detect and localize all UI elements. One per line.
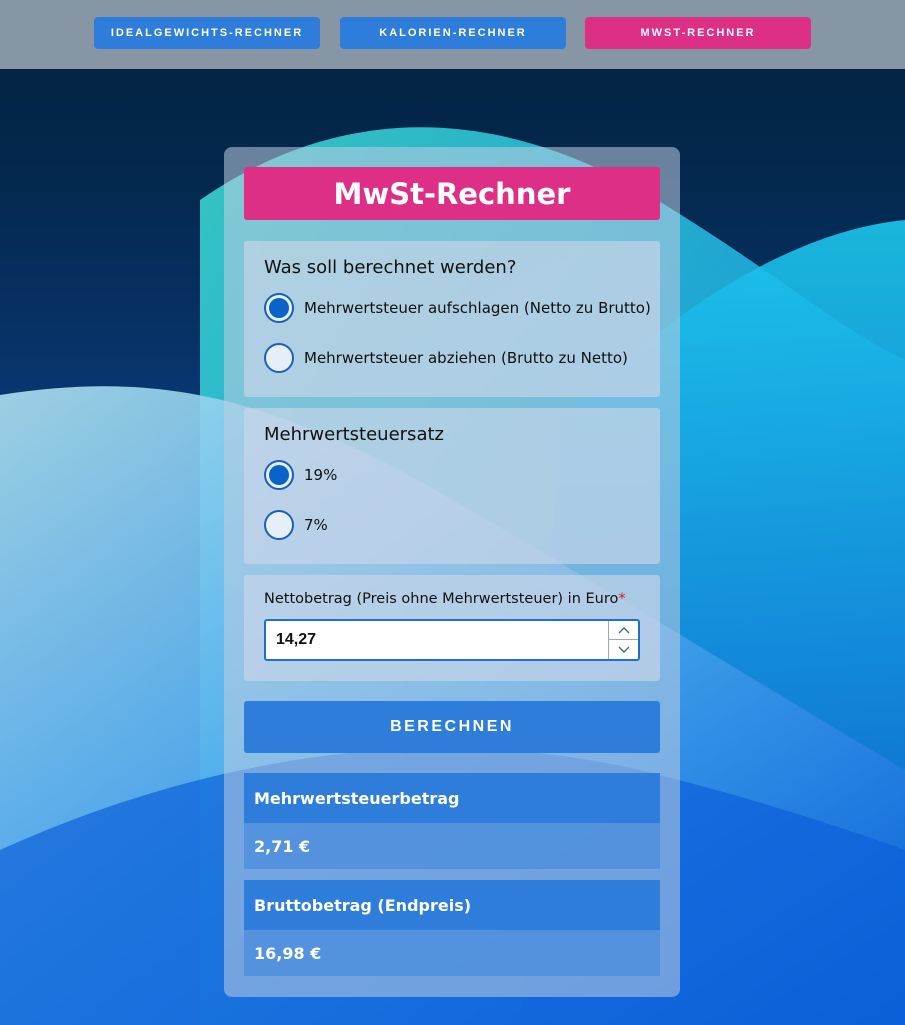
mode-option-brutto-zu-netto[interactable]: Mehrwertsteuer abziehen (Brutto zu Netto… [264,342,628,374]
result-gross-label: Bruttobetrag (Endpreis) [244,880,660,930]
mode-heading: Was soll berechnet werden? [264,257,517,278]
radio-button[interactable] [264,343,294,373]
amount-input[interactable]: 14,27 [264,619,640,661]
calculator-card: MwSt-Rechner Was soll berechnet werden? … [224,147,680,997]
amount-panel: Nettobetrag (Preis ohne Mehrwertsteuer) … [244,575,660,681]
nav-kalorien-rechner[interactable]: KALORIEN-RECHNER [340,17,566,49]
number-stepper [608,621,638,659]
rate-option-19[interactable]: 19% [264,459,337,491]
radio-label: 19% [304,466,338,484]
result-gross-value: 16,98 € [244,930,660,976]
amount-label: Nettobetrag (Preis ohne Mehrwertsteuer) … [264,591,626,607]
mode-panel: Was soll berechnet werden? Mehrwertsteue… [244,241,660,397]
calculate-button[interactable]: BERECHNEN [244,701,660,753]
radio-label: 7% [304,516,328,534]
radio-button[interactable] [264,510,294,540]
top-navigation: IDEALGEWICHTS-RECHNER KALORIEN-RECHNER M… [0,0,905,69]
amount-label-text: Nettobetrag (Preis ohne Mehrwertsteuer) … [264,591,619,607]
amount-input-value: 14,27 [276,631,317,648]
result-vat-value: 2,71 € [244,823,660,869]
nav-idealgewicht-rechner[interactable]: IDEALGEWICHTS-RECHNER [94,17,320,49]
required-marker: * [618,591,626,607]
radio-label: Mehrwertsteuer abziehen (Brutto zu Netto… [304,349,628,367]
mode-option-netto-zu-brutto[interactable]: Mehrwertsteuer aufschlagen (Netto zu Bru… [264,292,651,324]
chevron-down-icon[interactable] [609,640,638,659]
chevron-up-icon[interactable] [609,621,638,640]
rate-option-7[interactable]: 7% [264,509,328,541]
radio-label: Mehrwertsteuer aufschlagen (Netto zu Bru… [304,299,651,317]
rate-heading: Mehrwertsteuersatz [264,424,444,445]
nav-mwst-rechner[interactable]: MWST-RECHNER [585,17,811,49]
rate-panel: Mehrwertsteuersatz 19% 7% [244,408,660,564]
radio-button-selected[interactable] [264,293,294,323]
result-vat-label: Mehrwertsteuerbetrag [244,773,660,823]
radio-button-selected[interactable] [264,460,294,490]
calculator-title: MwSt-Rechner [244,167,660,220]
